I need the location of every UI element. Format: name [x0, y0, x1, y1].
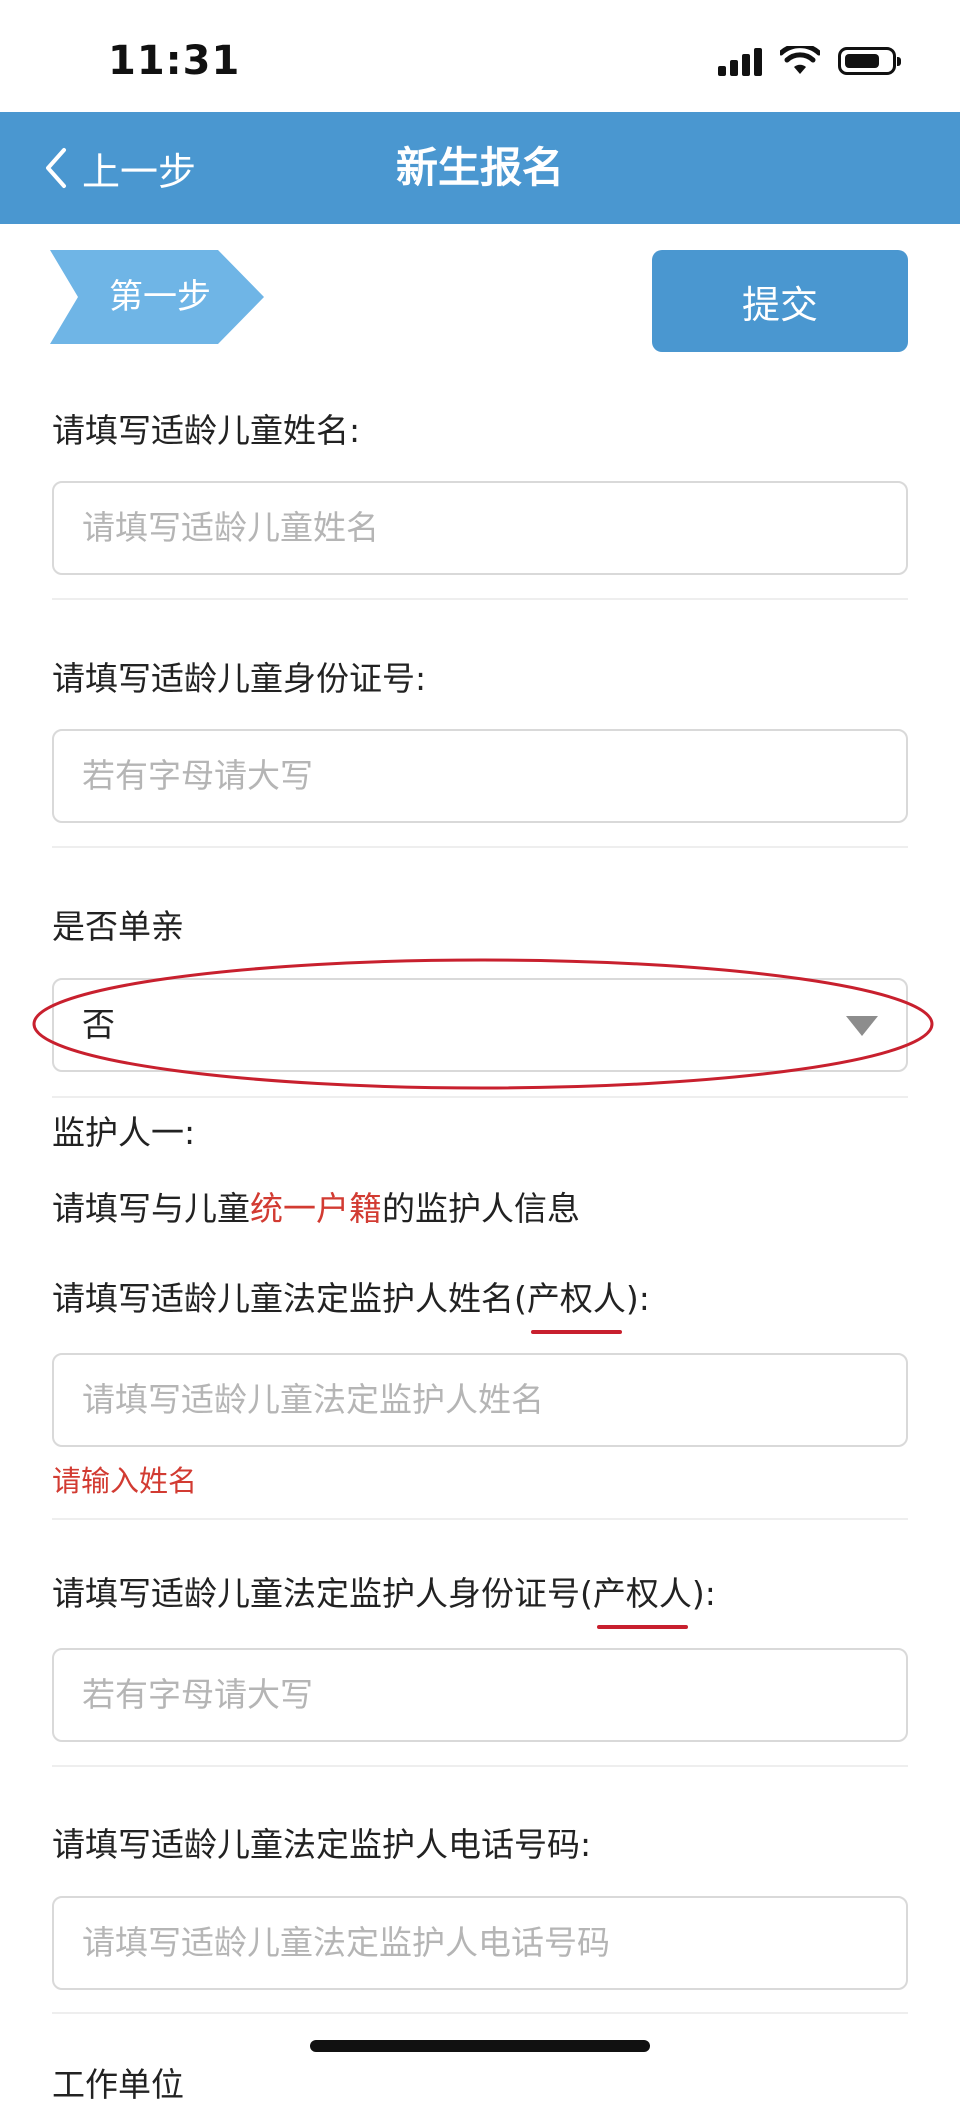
child-id-placeholder: 若有字母请大写: [82, 756, 313, 795]
child-name-placeholder: 请填写适龄儿童姓名: [82, 508, 379, 547]
signal-icon: [718, 46, 762, 76]
divider: [52, 846, 908, 848]
guardian-name-label-after: ):: [625, 1279, 650, 1318]
guardian-id-input[interactable]: 若有字母请大写: [52, 1648, 908, 1742]
guardian-name-owner-text: 产权人: [526, 1279, 626, 1318]
divider: [52, 1765, 908, 1767]
single-parent-label: 是否单亲: [52, 907, 184, 946]
guardian-note-after: 的监护人信息: [382, 1189, 580, 1228]
child-name-input[interactable]: 请填写适龄儿童姓名: [52, 481, 908, 575]
divider: [52, 1518, 908, 1520]
guardian-phone-label: 请填写适龄儿童法定监护人电话号码:: [52, 1825, 592, 1864]
child-id-label: 请填写适龄儿童身份证号:: [52, 659, 427, 698]
status-bar: 11:31: [0, 0, 960, 112]
divider: [52, 598, 908, 600]
status-time: 11:31: [108, 38, 241, 84]
guardian-id-label-highlight: 产权人: [592, 1567, 692, 1629]
back-label: 上一步: [82, 149, 197, 194]
guardian-name-label-highlight: 产权人: [526, 1272, 626, 1334]
guardian-id-label: 请填写适龄儿童法定监护人身份证号(产权人):: [52, 1567, 716, 1629]
chevron-left-icon: [46, 148, 66, 188]
guardian-name-error: 请输入姓名: [52, 1464, 198, 1498]
home-indicator: [310, 2040, 650, 2052]
guardian-id-owner-text: 产权人: [592, 1574, 692, 1613]
submit-button[interactable]: 提交: [652, 250, 908, 352]
guardian-name-input[interactable]: 请填写适龄儿童法定监护人姓名: [52, 1353, 908, 1447]
guardian-name-label-before: 请填写适龄儿童法定监护人姓名(: [52, 1279, 527, 1318]
guardian-name-placeholder: 请填写适龄儿童法定监护人姓名: [82, 1380, 544, 1419]
back-button[interactable]: 上一步: [44, 112, 196, 224]
guardian-note-before: 请填写与儿童: [52, 1189, 250, 1228]
status-icons: [718, 46, 901, 76]
guardian-one-header: 监护人一:: [52, 1113, 196, 1152]
guardian-id-placeholder: 若有字母请大写: [82, 1675, 313, 1714]
work-unit-label: 工作单位: [52, 2065, 184, 2104]
wifi-icon: [780, 46, 820, 74]
divider: [52, 2012, 908, 2014]
step-badge: 第一步: [50, 250, 264, 344]
guardian-one-note: 请填写与儿童统一户籍的监护人信息: [52, 1182, 580, 1230]
step-label: 第一步: [109, 277, 211, 317]
battery-icon: [838, 47, 901, 75]
red-ellipse-annotation: [32, 958, 934, 1090]
nav-bar: 上一步 新生报名: [0, 112, 960, 224]
child-name-label: 请填写适龄儿童姓名:: [52, 411, 361, 450]
guardian-id-label-before: 请填写适龄儿童法定监护人身份证号(: [52, 1574, 593, 1613]
guardian-note-highlight: 统一户籍: [250, 1189, 382, 1228]
guardian-phone-input[interactable]: 请填写适龄儿童法定监护人电话号码: [52, 1896, 908, 1990]
guardian-phone-placeholder: 请填写适龄儿童法定监护人电话号码: [82, 1923, 610, 1962]
red-underline-annotation: [530, 1330, 622, 1334]
child-id-input[interactable]: 若有字母请大写: [52, 729, 908, 823]
guardian-id-label-after: ):: [691, 1574, 716, 1613]
divider: [52, 1096, 908, 1098]
guardian-name-label: 请填写适龄儿童法定监护人姓名(产权人):: [52, 1272, 650, 1334]
red-underline-annotation: [596, 1625, 688, 1629]
